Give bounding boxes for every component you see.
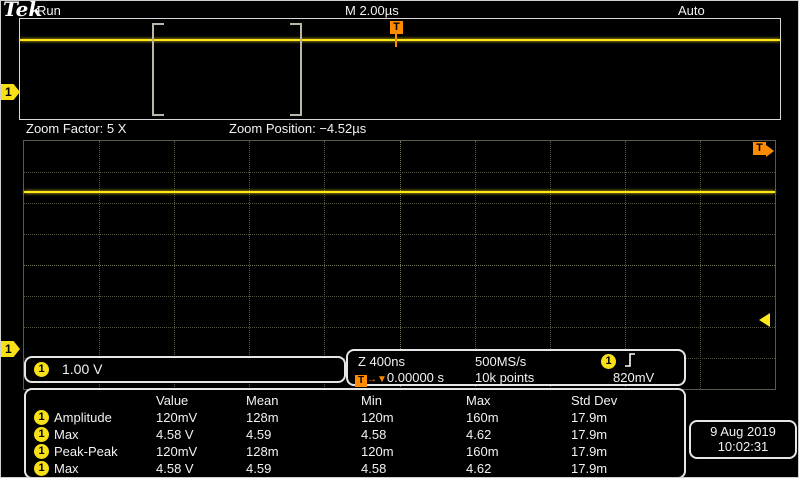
sample-rate-readout: 500MS/s <box>475 354 527 369</box>
measurement-stddev: 17.9m <box>571 427 608 442</box>
acquisition-overview: T <box>19 18 781 120</box>
measurement-stddev: 17.9m <box>571 444 608 459</box>
zoom-factor-label: Zoom Factor: 5 X <box>26 121 127 136</box>
trigger-level-arrow-icon <box>759 313 770 327</box>
trigger-marker-icon: T <box>753 142 766 155</box>
channel-badge: 1 <box>34 410 49 425</box>
measurement-mean: 128m <box>246 444 279 459</box>
measurements-panel: Value Mean Min Max Std Dev 1 Amplitude 1… <box>24 388 686 477</box>
measurement-max: 4.62 <box>466 461 492 476</box>
trigger-position-readout: T →▼0.00000 s <box>355 370 444 387</box>
datetime-panel: 9 Aug 2019 10:02:31 <box>689 420 797 459</box>
measurement-value: 4.58 V <box>156 461 194 476</box>
channel1-marker-overview: 1 <box>1 84 20 100</box>
measurement-min: 120m <box>361 444 394 459</box>
trigger-position-flag-icon: T <box>390 21 403 34</box>
header-min: Min <box>361 393 382 408</box>
grid-line <box>24 296 775 297</box>
grid-line <box>24 172 775 173</box>
header-max: Max <box>466 393 491 408</box>
channel1-badge: 1 <box>34 362 49 377</box>
acquisition-status: Run <box>37 3 61 18</box>
trigger-flag-icon: T <box>355 375 367 387</box>
arrow-right-icon: → <box>367 374 377 385</box>
measurement-row: 1 Amplitude 120mV 128m 120m 160m 17.9m <box>26 410 684 426</box>
measurements-header-row: Value Mean Min Max Std Dev <box>26 393 684 409</box>
channel-badge: 1 <box>34 444 49 459</box>
measurement-name: Peak-Peak <box>54 444 118 459</box>
trigger-marker-arrow-icon <box>766 145 774 157</box>
rising-edge-icon <box>624 353 636 370</box>
oscilloscope-screen: Tek Run M 2.00µs Auto T 1 Zoom Factor: 5… <box>0 0 799 478</box>
measurement-mean: 4.59 <box>246 461 272 476</box>
channel1-ground-marker: 1 <box>1 341 20 357</box>
acquisition-readout-panel: Z 400ns T →▼0.00000 s 500MS/s 10k points … <box>346 349 686 387</box>
zoom-timebase-readout: Z 400ns <box>358 354 405 369</box>
trigger-position-line <box>395 34 397 47</box>
overview-waveform <box>20 39 780 41</box>
grid-line <box>24 203 775 204</box>
zoom-position-label: Zoom Position: −4.52µs <box>229 121 367 136</box>
measurement-name: Max <box>54 461 79 476</box>
zoom-window-bracket-left <box>152 23 164 116</box>
trigger-mode-readout: Auto <box>678 3 705 18</box>
measurement-mean: 128m <box>246 410 279 425</box>
trigger-source-badge: 1 <box>601 354 616 369</box>
measurement-mean: 4.59 <box>246 427 272 442</box>
measurement-stddev: 17.9m <box>571 461 608 476</box>
date-readout: 9 Aug 2019 <box>710 424 776 439</box>
header-mean: Mean <box>246 393 279 408</box>
measurement-min: 4.58 <box>361 427 387 442</box>
grid-line <box>24 327 775 328</box>
ch1-vertical-scale: 1.00 V <box>62 361 103 377</box>
channel-badge: 1 <box>34 461 49 476</box>
measurement-max: 4.62 <box>466 427 492 442</box>
time-readout: 10:02:31 <box>717 439 769 454</box>
measurement-max: 160m <box>466 444 499 459</box>
measurement-value: 120mV <box>156 410 198 425</box>
channel-scale-panel: 1 1.00 V <box>24 356 346 383</box>
measurement-name: Max <box>54 427 79 442</box>
measurement-value: 4.58 V <box>156 427 194 442</box>
header-stddev: Std Dev <box>571 393 618 408</box>
arrow-down-icon: ▼ <box>377 374 387 385</box>
measurement-min: 4.58 <box>361 461 387 476</box>
ch1-waveform <box>24 191 775 193</box>
zoom-window-bracket-right <box>290 23 302 116</box>
channel-badge: 1 <box>34 427 49 442</box>
trigger-position-value: 0.00000 s <box>386 370 445 385</box>
grid-center-line <box>24 265 775 266</box>
measurement-row: 1 Peak-Peak 120mV 128m 120m 160m 17.9m <box>26 444 684 460</box>
measurement-stddev: 17.9m <box>571 410 608 425</box>
measurement-value: 120mV <box>156 444 198 459</box>
measurement-max: 160m <box>466 410 499 425</box>
grid-line <box>24 234 775 235</box>
trigger-level-readout: 820mV <box>613 370 655 385</box>
measurement-min: 120m <box>361 410 394 425</box>
horizontal-scale-readout: M 2.00µs <box>345 3 399 18</box>
measurement-name: Amplitude <box>54 410 112 425</box>
record-length-readout: 10k points <box>475 370 535 385</box>
measurement-row: 1 Max 4.58 V 4.59 4.58 4.62 17.9m <box>26 427 684 443</box>
measurement-row: 1 Max 4.58 V 4.59 4.58 4.62 17.9m <box>26 461 684 477</box>
header-value: Value <box>156 393 189 408</box>
